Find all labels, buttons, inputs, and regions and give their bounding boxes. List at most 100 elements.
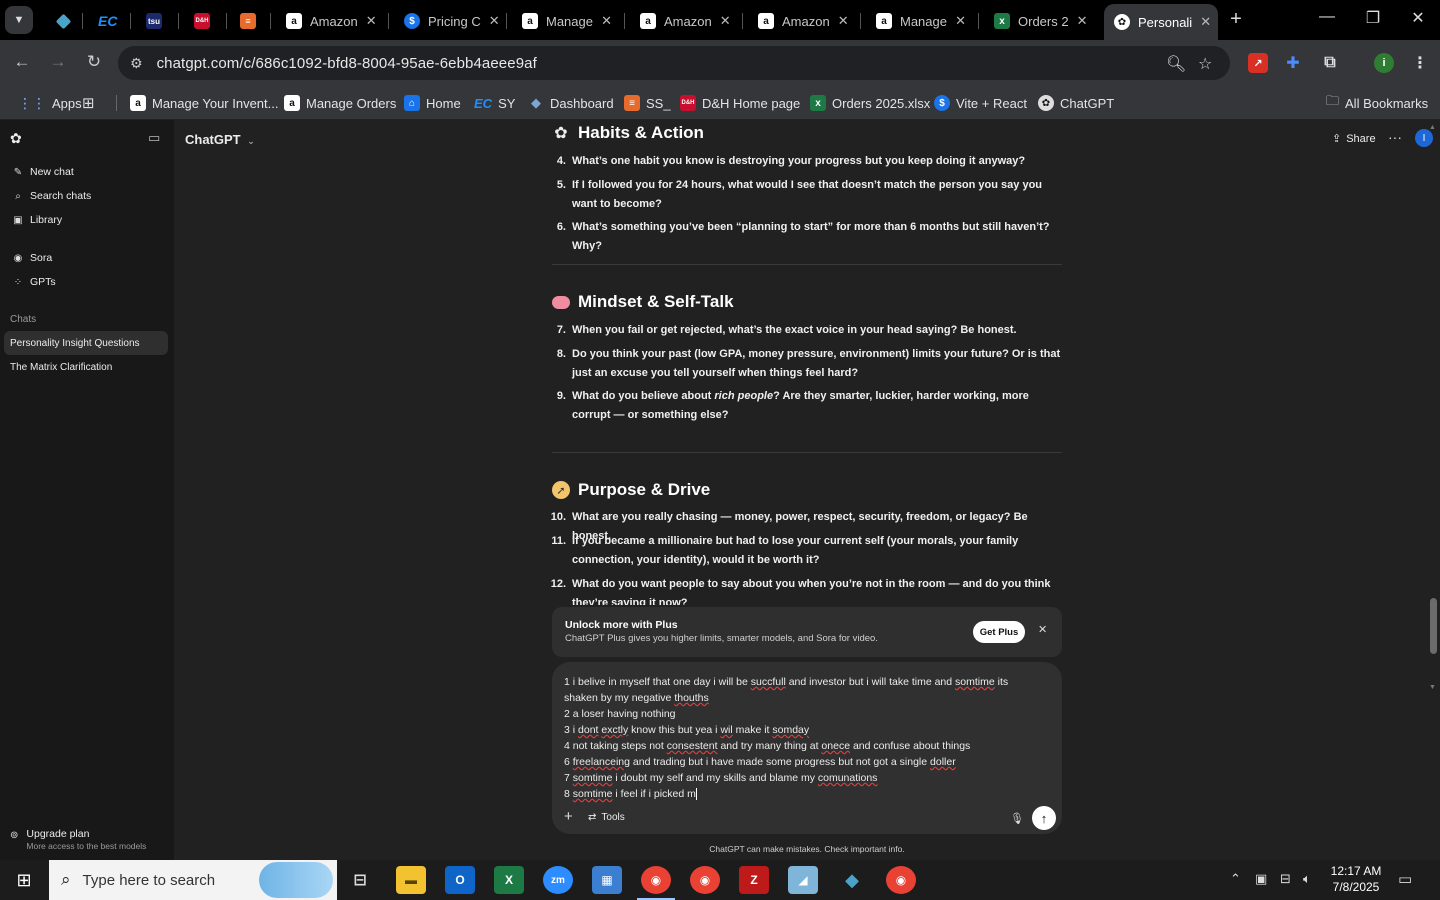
bookmark-orders-xlsx[interactable]: x Orders 2025.xlsx: [810, 93, 930, 113]
tab-personality-active[interactable]: ✿ Personali ✕: [1104, 4, 1218, 40]
scrollbar-thumb[interactable]: [1430, 598, 1437, 654]
extensions-puzzle-icon[interactable]: ⧉: [1320, 53, 1340, 73]
bookmark-manage-inventory[interactable]: a Manage Your Invent...: [130, 93, 278, 113]
composer-textarea[interactable]: 1 i belive in myself that one day i will…: [552, 670, 1062, 804]
new-tab-button[interactable]: +: [1224, 8, 1248, 31]
tab-search-button[interactable]: ▼: [5, 6, 33, 34]
share-button[interactable]: ⇪ Share: [1332, 132, 1376, 146]
site-info-icon[interactable]: ⚙: [130, 55, 143, 72]
tab-manage-1[interactable]: a Manage ✕: [512, 6, 622, 36]
taskbar-search[interactable]: ⌕ Type here to search: [49, 860, 337, 900]
minimize-button[interactable]: —: [1312, 8, 1342, 26]
volume-icon[interactable]: 🔈︎: [1303, 871, 1311, 887]
bookmark-vite-react[interactable]: $ Vite + React: [934, 93, 1027, 113]
close-icon[interactable]: ✕: [955, 13, 966, 29]
close-icon[interactable]: ✕: [366, 13, 377, 29]
openai-logo-icon[interactable]: ✿: [10, 130, 22, 147]
notifications-icon[interactable]: ▭: [1398, 870, 1412, 888]
tab-pinned-ec[interactable]: EC: [88, 6, 128, 36]
chrome-icon[interactable]: ◉: [690, 866, 720, 894]
close-icon[interactable]: ✕: [489, 13, 500, 29]
tab-amazon-2[interactable]: a Amazon ✕: [630, 6, 740, 36]
more-options-icon[interactable]: ···: [1388, 129, 1402, 145]
zoom-icon[interactable]: zm: [543, 866, 573, 894]
restore-button[interactable]: ❐: [1358, 8, 1388, 28]
address-bar[interactable]: ⚙ chatgpt.com/c/686c1092-bfd8-8004-95ae-…: [118, 46, 1230, 80]
bookmark-chatgpt[interactable]: ✿ ChatGPT: [1038, 93, 1114, 113]
close-banner-icon[interactable]: ✕: [1038, 623, 1047, 636]
calculator-icon[interactable]: ▦: [592, 866, 622, 894]
tray-overflow-icon[interactable]: ⌃: [1230, 871, 1241, 887]
sidebar-sora[interactable]: ◉ Sora: [12, 252, 53, 264]
tab-orders[interactable]: x Orders 2 ✕: [984, 6, 1094, 36]
chrome-icon[interactable]: ◉: [641, 866, 671, 894]
sidebar-new-chat[interactable]: ✎ New chat: [12, 166, 74, 178]
bookmark-dashboard[interactable]: ◆ Dashboard: [528, 93, 614, 113]
bookmark-home[interactable]: ⌂ Home: [404, 93, 461, 113]
task-view-icon[interactable]: ⊟: [345, 866, 375, 894]
extension-blue-icon[interactable]: ✚: [1283, 53, 1303, 73]
bookmark-manage-orders[interactable]: a Manage Orders: [284, 93, 396, 113]
app-icon[interactable]: ◢: [788, 866, 818, 894]
close-sidebar-icon[interactable]: ▭: [148, 130, 160, 146]
chat-item-personality[interactable]: Personality Insight Questions: [4, 331, 168, 355]
browser-menu-icon[interactable]: ⋮: [1410, 53, 1430, 73]
sidebar-search-chats[interactable]: ⌕ Search chats: [12, 190, 91, 202]
network-icon[interactable]: ⊟: [1280, 871, 1291, 887]
tab-amazon-1[interactable]: a Amazon ✕: [276, 6, 386, 36]
tab-pinned-tsu[interactable]: tsu: [136, 6, 176, 36]
bookmark-ss[interactable]: ≡ SS_: [624, 93, 671, 113]
app-icon[interactable]: ◆: [837, 866, 867, 894]
bookmarks-bar: ⋮⋮ Apps ⊞ a Manage Your Invent... a Mana…: [0, 86, 1440, 120]
bookmark-sy[interactable]: EC SY: [474, 93, 515, 113]
file-explorer-icon[interactable]: ▬: [396, 866, 426, 894]
apps-grid-icon: ⋮⋮: [18, 94, 46, 111]
close-icon[interactable]: ✕: [1077, 13, 1088, 29]
extension-red-icon[interactable]: ↗: [1248, 53, 1268, 73]
outlook-icon[interactable]: O: [445, 866, 475, 894]
chatgpt-icon: ✿: [1114, 14, 1130, 30]
microphone-icon[interactable]: 🎙︎: [1010, 812, 1024, 825]
chat-item-matrix[interactable]: The Matrix Clarification: [4, 355, 168, 379]
close-window-button[interactable]: ✕: [1403, 8, 1433, 28]
reload-button[interactable]: ↻: [82, 52, 106, 72]
model-selector[interactable]: ChatGPT ⌄: [185, 132, 255, 147]
get-plus-button[interactable]: Get Plus: [973, 621, 1025, 643]
sidebar-gpts[interactable]: ⁘ GPTs: [12, 276, 56, 288]
message-composer[interactable]: 1 i belive in myself that one day i will…: [552, 662, 1062, 834]
tray-app-icon[interactable]: ▣: [1255, 871, 1267, 887]
tab-pricing[interactable]: $ Pricing C ✕: [394, 6, 504, 36]
tab-pinned-dh[interactable]: D&H: [184, 6, 224, 36]
profile-avatar[interactable]: i: [1374, 53, 1394, 73]
excel-icon[interactable]: X: [494, 866, 524, 894]
all-bookmarks[interactable]: 🗀 All Bookmarks: [1326, 93, 1428, 113]
sidebar-library[interactable]: ▣ Library: [12, 214, 62, 226]
close-icon[interactable]: ✕: [838, 13, 849, 29]
clock[interactable]: 12:17 AM 7/8/2025: [1326, 864, 1386, 894]
scrollbar-track[interactable]: ▲ ▼: [1428, 124, 1438, 691]
attach-button[interactable]: +: [564, 808, 573, 825]
close-icon[interactable]: ✕: [601, 13, 612, 29]
upgrade-plan[interactable]: ⊚ Upgrade plan More access to the best m…: [10, 828, 146, 851]
close-icon[interactable]: ✕: [1200, 14, 1211, 30]
tab-pinned-stack[interactable]: ≡: [230, 6, 270, 36]
forward-button[interactable]: →: [46, 52, 70, 72]
tab-manage-2[interactable]: a Manage ✕: [866, 6, 976, 36]
tab-pinned-1[interactable]: [44, 6, 80, 36]
zoom-icon[interactable]: 🔍︎: [1166, 54, 1186, 74]
bookmark-star-icon[interactable]: ☆: [1198, 54, 1212, 74]
chrome-icon[interactable]: ◉: [886, 866, 916, 894]
start-button[interactable]: ⊞: [0, 860, 48, 900]
close-icon[interactable]: ✕: [720, 13, 731, 29]
bookmark-apps[interactable]: ⋮⋮ Apps: [18, 93, 82, 113]
bookmark-dh-home[interactable]: D&H D&H Home page: [680, 93, 800, 113]
filezilla-icon[interactable]: Z: [739, 866, 769, 894]
scroll-up-icon[interactable]: ▲: [1429, 124, 1436, 131]
back-button[interactable]: ←: [10, 52, 34, 72]
scroll-down-icon[interactable]: ▼: [1429, 684, 1436, 691]
tab-amazon-3[interactable]: a Amazon ✕: [748, 6, 858, 36]
send-button[interactable]: ↑: [1032, 806, 1056, 830]
bookmark-tab-groups[interactable]: ⊞: [82, 93, 95, 113]
tools-button[interactable]: ⇄ Tools: [588, 812, 625, 823]
url-text[interactable]: chatgpt.com/c/686c1092-bfd8-8004-95ae-6e…: [157, 55, 537, 72]
